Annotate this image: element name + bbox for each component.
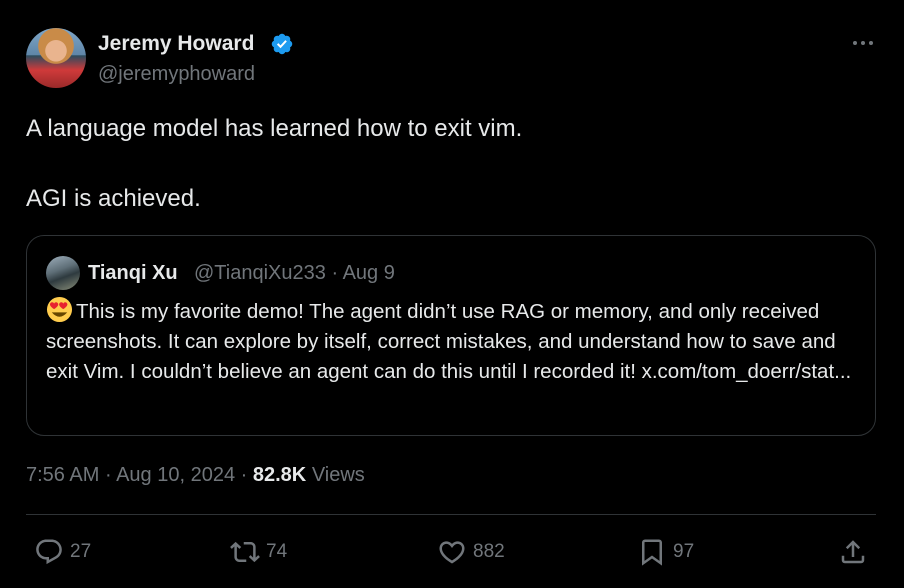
bookmark-count: 97 xyxy=(673,541,695,562)
views-count: 82.8K xyxy=(252,464,307,486)
retweet-button[interactable]: 74 xyxy=(230,536,287,568)
tweet-date[interactable]: Aug 10, 2024 xyxy=(116,464,235,486)
quoted-date: Aug 9 xyxy=(342,262,395,284)
quoted-tweet[interactable]: Tianqi Xu @TianqiXu233 · Aug 9 This is m… xyxy=(26,235,876,436)
bookmark-icon xyxy=(642,539,662,566)
retweet-icon xyxy=(230,541,260,563)
reply-count: 27 xyxy=(70,541,92,562)
tweet-time[interactable]: 7:56 AM xyxy=(26,464,99,486)
reply-icon xyxy=(36,539,62,565)
share-button[interactable] xyxy=(838,536,874,568)
quoted-meta: @TianqiXu233 · Aug 9 xyxy=(194,260,395,286)
tweet-meta: 7:56 AM · Aug 10, 2024 · 82.8K Views xyxy=(26,461,365,489)
quoted-text: This is my favorite demo! The agent didn… xyxy=(46,300,852,383)
heart-icon xyxy=(439,541,465,564)
heart-eyes-emoji-icon xyxy=(46,296,73,323)
divider xyxy=(26,514,876,515)
like-count: 882 xyxy=(473,541,505,562)
views-label: Views xyxy=(311,464,365,486)
quoted-author-handle: @TianqiXu233 xyxy=(194,262,326,284)
reply-button[interactable]: 27 xyxy=(34,536,91,568)
separator: · xyxy=(240,464,248,486)
share-icon xyxy=(841,540,865,564)
tweet-text-line: A language model has learned how to exit… xyxy=(26,115,523,142)
tweet-text-line: AGI is achieved. xyxy=(26,185,201,212)
author-avatar[interactable] xyxy=(26,28,86,88)
author-name[interactable]: Jeremy Howard xyxy=(98,30,254,58)
separator: · xyxy=(331,262,339,284)
more-options-icon[interactable] xyxy=(850,30,876,56)
separator: · xyxy=(104,464,112,486)
like-button[interactable]: 882 xyxy=(437,536,505,568)
retweet-count: 74 xyxy=(266,541,288,562)
author-handle[interactable]: @jeremyphoward xyxy=(98,61,255,87)
bookmark-button[interactable]: 97 xyxy=(637,536,694,568)
quoted-author-avatar xyxy=(46,256,80,290)
verified-badge-icon[interactable] xyxy=(270,32,294,56)
quoted-author-name: Tianqi Xu xyxy=(88,262,178,284)
quoted-text-block: This is my favorite demo! The agent didn… xyxy=(46,296,856,387)
